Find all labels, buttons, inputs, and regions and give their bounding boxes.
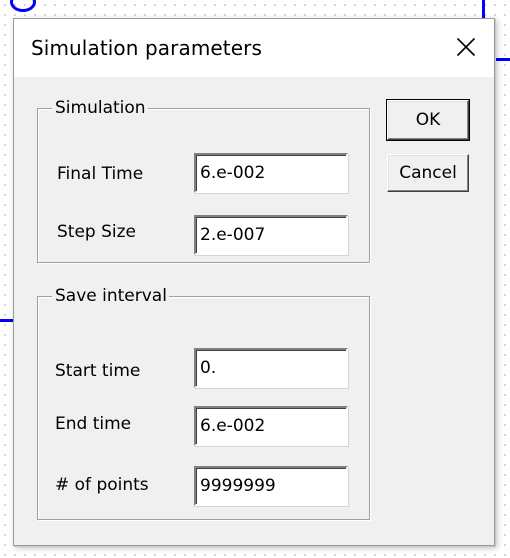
schematic-wire [0,319,14,322]
dialog-title: Simulation parameters [31,36,262,60]
save-interval-group-legend: Save interval [52,286,169,306]
cancel-button[interactable]: Cancel [387,154,469,192]
schematic-node [10,0,36,12]
start-time-input[interactable] [194,348,348,388]
step-size-input[interactable] [194,215,348,255]
save-interval-groupbox: Save interval Start time End time # of p… [37,286,370,520]
start-time-label: Start time [55,361,141,381]
end-time-label: End time [55,414,132,434]
close-icon [456,37,476,57]
simulation-parameters-dialog: Simulation parameters Simulation Final T… [13,18,495,546]
title-bar: Simulation parameters [14,19,494,77]
points-input[interactable] [194,466,348,506]
schematic-wire [494,58,510,61]
final-time-label: Final Time [57,164,144,184]
points-label: # of points [55,475,149,495]
schematic-wire [482,0,485,18]
final-time-input[interactable] [194,153,348,193]
ok-button[interactable]: OK [386,99,470,141]
end-time-input[interactable] [194,406,348,446]
close-button[interactable] [452,33,480,61]
step-size-label: Step Size [57,222,137,242]
simulation-groupbox: Simulation Final Time Step Size [37,98,370,263]
simulation-group-legend: Simulation [52,98,148,118]
